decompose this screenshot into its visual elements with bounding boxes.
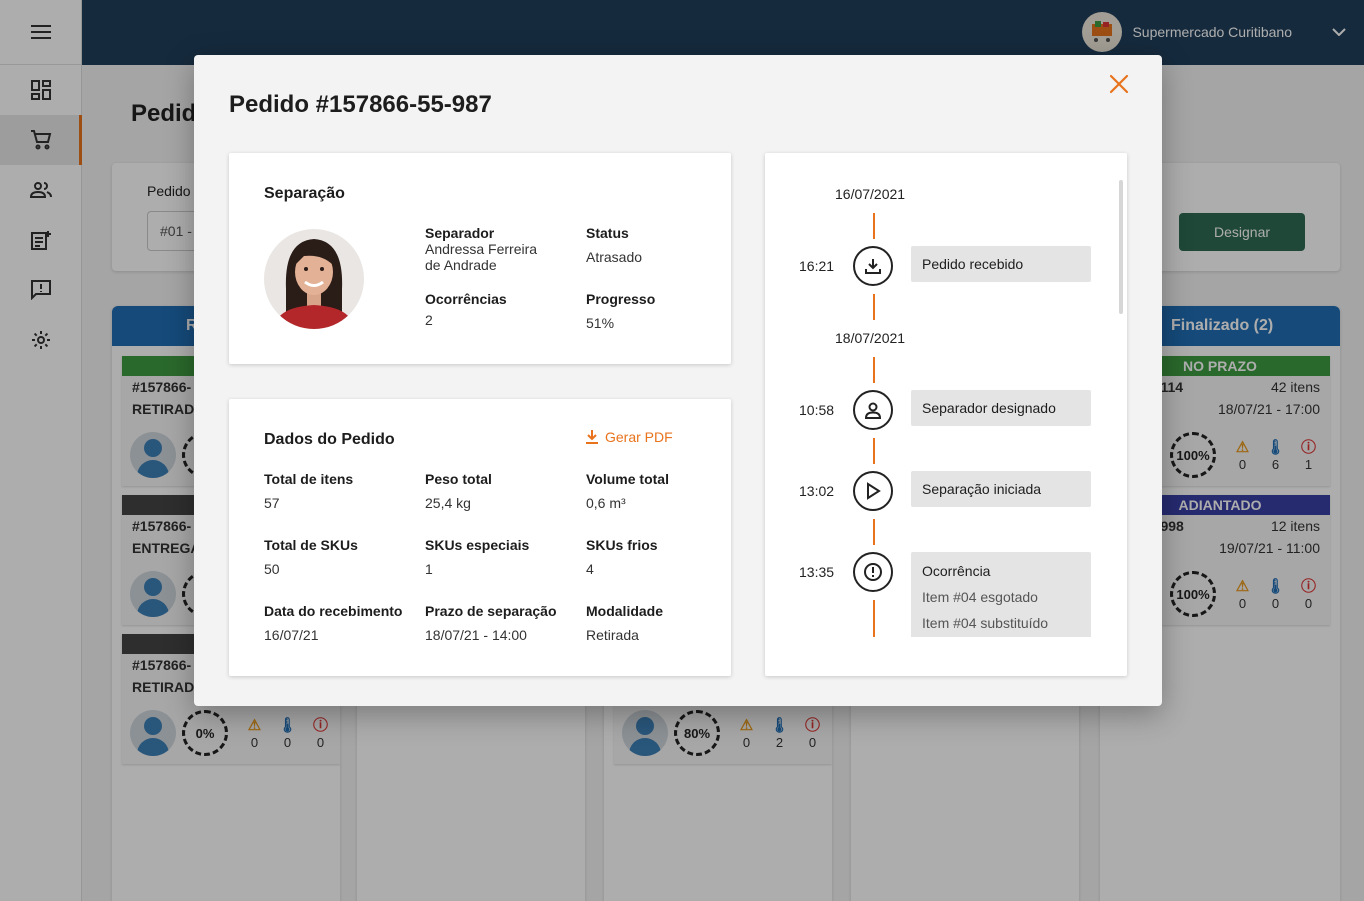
timeline-event-detail: Item #04 esgotado [922,589,1038,605]
timeline-connector [873,519,875,545]
timeline-event-box: Separador designado [911,390,1091,426]
timeline-event-box: Separação iniciada [911,471,1091,507]
timeline-event-detail: Item #04 substituído [922,615,1049,631]
progresso-value: 51% [586,315,615,331]
separador-name-line1: Andressa Ferreira [425,241,538,257]
order-details-modal: Pedido #157866-55-987 Separação Separado… [194,55,1162,706]
download-icon [586,430,598,444]
field-label: Peso total [425,471,492,487]
dados-pedido-panel: Dados do Pedido Gerar PDF Total de itens… [229,399,731,676]
separador-avatar-icon [264,229,364,329]
field-value: 50 [264,561,280,577]
timeline-time: 16:21 [799,258,835,274]
field-label: Prazo de separação [425,603,557,619]
ocorrencias-label: Ocorrências [425,291,507,307]
status-value: Atrasado [586,249,643,265]
timeline-connector [873,213,875,239]
gerar-pdf-label: Gerar PDF [605,429,673,445]
person-icon [853,390,893,430]
download-icon [853,246,893,286]
timeline-scrollbar[interactable] [1119,180,1123,314]
timeline-time: 13:02 [799,483,835,499]
field-value: 0,6 m³ [586,495,626,511]
modal-title: Pedido #157866-55-987 [229,91,492,118]
close-icon[interactable] [1108,73,1130,95]
field-label: SKUs especiais [425,537,530,553]
alert-circle-icon [853,552,893,592]
separador-photo [264,229,364,329]
timeline-time: 13:35 [799,564,835,580]
separador-label: Separador [425,225,495,241]
field-label: Total de SKUs [264,537,358,553]
field-label: Modalidade [586,603,664,619]
gerar-pdf-button[interactable]: Gerar PDF [585,429,673,445]
separacao-panel: Separação Separador Andressa Ferreira de… [229,153,731,364]
status-label: Status [586,225,629,241]
dados-pedido-title: Dados do Pedido [264,431,395,448]
timeline-scroll-area[interactable]: 16/07/2021 16:21 Pedido recebido 18/07/2… [765,153,1127,637]
field-value: 16/07/21 [264,627,319,643]
ocorrencias-value: 2 [425,312,433,328]
timeline-event-label: Ocorrência [922,563,991,579]
field-label: Total de itens [264,471,354,487]
field-value: 18/07/21 - 14:00 [425,627,527,643]
timeline-connector [873,600,875,637]
field-value: 4 [586,561,594,577]
play-icon [853,471,893,511]
field-value: 57 [264,495,280,511]
field-value: Retirada [586,627,639,643]
timeline-time: 10:58 [799,402,835,418]
field-value: 1 [425,561,433,577]
field-label: Data do recebimento [264,603,403,619]
timeline-panel: 16/07/2021 16:21 Pedido recebido 18/07/2… [765,153,1127,676]
timeline-event-box: Ocorrência Item #04 esgotado Item #04 su… [911,552,1091,637]
timeline-connector [873,357,875,383]
field-value: 25,4 kg [425,495,471,511]
field-label: SKUs frios [586,537,658,553]
timeline-connector [873,438,875,464]
timeline-date: 18/07/2021 [835,330,906,346]
progresso-label: Progresso [586,291,656,307]
field-label: Volume total [586,471,669,487]
separacao-title: Separação [264,185,345,202]
timeline-event-box: Pedido recebido [911,246,1091,282]
separador-name-line2: de Andrade [425,257,497,273]
timeline-date: 16/07/2021 [835,186,906,202]
timeline-connector [873,294,875,320]
